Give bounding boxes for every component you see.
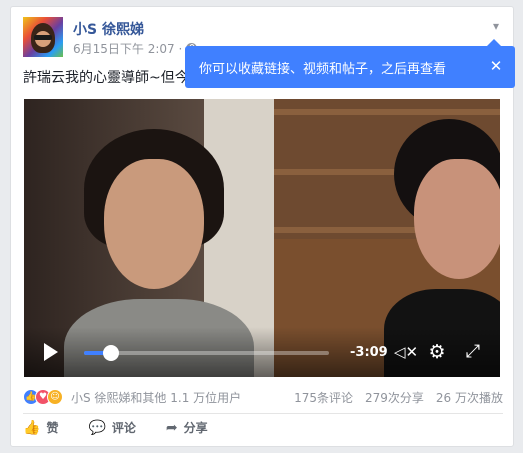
save-tooltip: 你可以收藏链接、视频和帖子，之后再查看 ✕ [185, 39, 515, 88]
fullscreen-icon[interactable]: ⤢ [462, 341, 484, 363]
author-avatar[interactable] [23, 17, 63, 57]
person-face [104, 159, 204, 289]
engagement-counts: 175条评论 279次分享 26 万次播放 [294, 389, 503, 406]
share-count[interactable]: 279次分享 [365, 389, 424, 406]
comment-label: 评论 [111, 421, 136, 435]
time-remaining: -3:09 [350, 345, 388, 360]
post-timestamp[interactable]: 6月15日下午 2:07 · [73, 40, 182, 57]
comment-count[interactable]: 175条评论 [294, 389, 353, 406]
share-label: 分享 [183, 421, 208, 435]
gear-icon[interactable]: ⚙ [426, 341, 448, 363]
post-text: 許瑞云我的心靈導師~但今 [23, 70, 189, 86]
mute-icon[interactable]: ◁✕ [394, 342, 418, 362]
tooltip-text: 你可以收藏链接、视频和帖子，之后再查看 [199, 61, 447, 77]
haha-reaction-icon: ☺ [47, 389, 63, 405]
chevron-down-icon[interactable]: ▾ [489, 19, 503, 33]
view-count: 26 万次播放 [435, 390, 503, 405]
divider [23, 413, 503, 414]
post-meta: 6月15日下午 2:07 · [73, 40, 198, 57]
progress-bar[interactable] [84, 345, 329, 361]
reaction-icons[interactable]: 👍 ♥ ☺ [23, 389, 63, 405]
play-icon[interactable] [44, 343, 58, 361]
progress-handle[interactable] [102, 345, 119, 361]
like-label: 赞 [46, 421, 59, 435]
share-icon: ➦ [165, 419, 178, 436]
share-button[interactable]: ➦ 分享 [166, 419, 208, 436]
comment-button[interactable]: 💬 评论 [88, 419, 135, 436]
video-player[interactable]: -3:09 ◁✕ ⚙ ⤢ [24, 99, 500, 377]
like-button[interactable]: 👍 赞 [23, 419, 58, 436]
post-actions: 👍 赞 💬 评论 ➦ 分享 [23, 419, 208, 436]
video-controls: -3:09 ◁✕ ⚙ ⤢ [24, 327, 500, 377]
comment-icon: 💬 [88, 419, 106, 436]
close-icon[interactable]: ✕ [487, 57, 505, 75]
person-face [414, 159, 500, 279]
avatar-glasses [34, 35, 52, 40]
shelf-board [274, 109, 500, 115]
reactors-text[interactable]: 小S 徐熙娣和其他 1.1 万位用户 [71, 389, 241, 406]
thumbs-up-icon: 👍 [23, 419, 41, 436]
author-name[interactable]: 小S 徐熙娣 [73, 19, 144, 39]
post-stats: 👍 ♥ ☺ 小S 徐熙娣和其他 1.1 万位用户 175条评论 279次分享 2… [23, 387, 503, 407]
